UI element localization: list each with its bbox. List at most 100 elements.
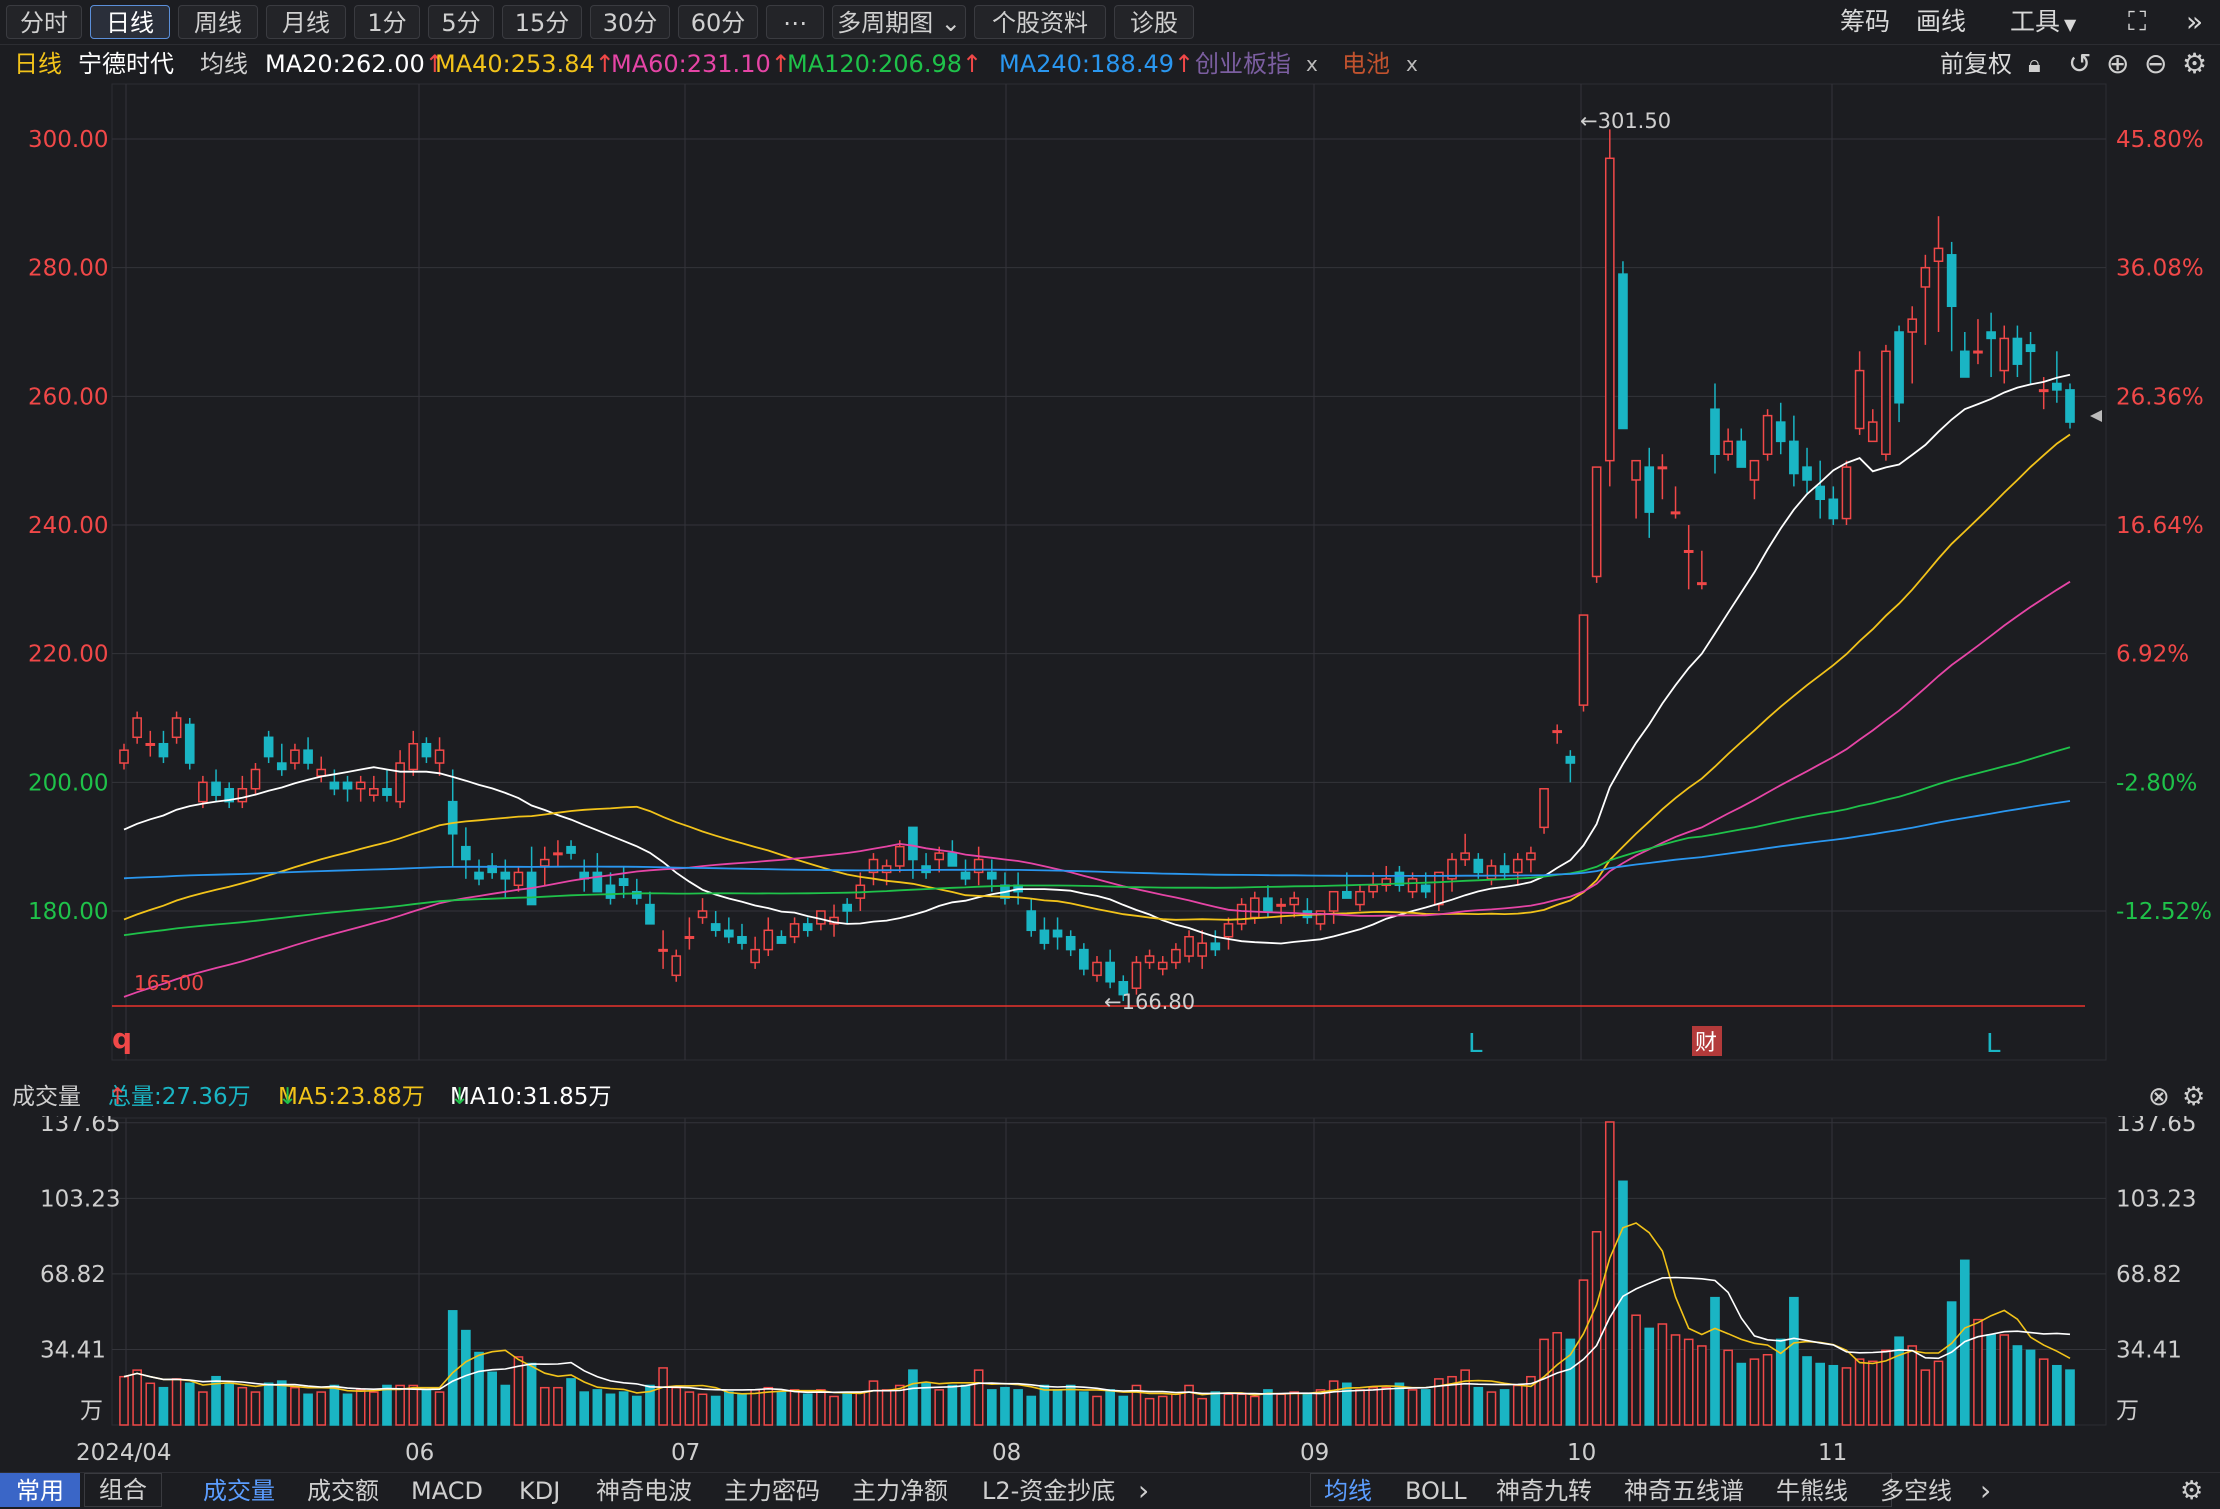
- tab-boll[interactable]: BOLL: [1405, 1473, 1467, 1509]
- volume-tick-label: 68.82: [40, 1262, 106, 1288]
- tab-macd[interactable]: MACD: [411, 1473, 483, 1509]
- candle-body: [1526, 852, 1536, 861]
- candle-body: [132, 717, 142, 739]
- tab-turnover[interactable]: 成交额: [307, 1473, 379, 1509]
- volume-tick-label: 103.23: [40, 1186, 120, 1212]
- volume-bar: [1644, 1327, 1655, 1426]
- tab-magic-nine[interactable]: 神奇九转: [1496, 1473, 1592, 1509]
- ma60-line: [123, 580, 2071, 998]
- candle-body: [1420, 884, 1431, 893]
- candle-body: [1052, 929, 1063, 938]
- candle-body: [1144, 955, 1155, 964]
- candle-body: [1854, 369, 1865, 430]
- tab-main-net[interactable]: 主力净额: [852, 1473, 948, 1509]
- candle-body: [1157, 961, 1168, 970]
- volume-tick-label: 103.23: [2116, 1186, 2196, 1212]
- candle-body: [566, 845, 576, 854]
- volume-bar: [789, 1389, 800, 1426]
- volume-tick-label: 34.41: [2116, 1337, 2182, 1363]
- candle-body: [881, 865, 892, 874]
- volume-bar: [1591, 1231, 1602, 1426]
- candle-body: [158, 742, 169, 758]
- candle-body: [947, 852, 958, 867]
- volume-bar: [1420, 1389, 1431, 1426]
- volume-bar: [1000, 1386, 1010, 1426]
- volume-bar: [487, 1371, 497, 1426]
- volume-bar: [1670, 1334, 1681, 1426]
- candle-body: [1079, 948, 1089, 970]
- volume-bar: [368, 1391, 379, 1426]
- volume-bar: [763, 1386, 774, 1426]
- level-label: 165.00: [134, 971, 204, 995]
- chevron-right-icon[interactable]: ›: [1980, 1473, 1991, 1509]
- volume-bar: [1355, 1389, 1365, 1426]
- candle-body: [1736, 440, 1747, 468]
- volume-bar: [921, 1382, 931, 1426]
- candle-body: [1683, 549, 1694, 553]
- tab-l2-bottom[interactable]: L2-资金抄底: [982, 1473, 1115, 1509]
- volume-bar: [1683, 1338, 1694, 1426]
- candle-body: [1920, 266, 1931, 288]
- candle-body: [1828, 498, 1839, 520]
- volume-bar: [342, 1393, 353, 1426]
- candle-body: [658, 948, 668, 952]
- candle-body: [2038, 389, 2049, 393]
- volume-bar: [171, 1378, 182, 1426]
- volume-bar: [1867, 1360, 1878, 1426]
- volume-bar: [1815, 1362, 1826, 1426]
- candle-body: [1644, 466, 1655, 513]
- volume-bar: [276, 1380, 287, 1426]
- tab-magic-wave[interactable]: 神奇电波: [596, 1473, 692, 1509]
- candle-body: [1933, 247, 1944, 262]
- price-tick-label: 240.00: [28, 513, 108, 539]
- settings-gear-icon[interactable]: ⚙: [2182, 1078, 2205, 1116]
- tab-long-short[interactable]: 多空线: [1880, 1473, 1952, 1509]
- price-tick-label: 260.00: [28, 384, 108, 410]
- ma240-line: [123, 800, 2071, 880]
- tab-main-code[interactable]: 主力密码: [724, 1473, 820, 1509]
- candle-body: [1670, 511, 1681, 515]
- volume-bar: [842, 1393, 853, 1426]
- volume-bar: [829, 1395, 839, 1426]
- candle-body: [1762, 414, 1773, 455]
- candle-body: [303, 749, 313, 764]
- volume-bar: [2012, 1345, 2023, 1426]
- candle-body: [1894, 331, 1904, 404]
- tab-bull-bear[interactable]: 牛熊线: [1776, 1473, 1848, 1509]
- main-pane-frame: [111, 83, 2107, 1061]
- volume-tick-label: 34.41: [40, 1337, 106, 1363]
- volume-unit-label: 万: [80, 1398, 103, 1424]
- candle-body: [1341, 890, 1352, 899]
- pct-tick-label: -2.80%: [2116, 770, 2197, 796]
- chevron-right-icon[interactable]: ›: [1138, 1473, 1149, 1509]
- settings-gear-icon[interactable]: ⚙: [2180, 1473, 2203, 1509]
- volume-bar: [132, 1369, 142, 1426]
- price-pointer-icon: [2090, 410, 2102, 422]
- kline-chart[interactable]: 300.00 45.80% 280.00 36.08% 260.00 26.36% 240.…: [0, 0, 2220, 1508]
- volume-bar: [1749, 1358, 1760, 1426]
- volume-bar: [2038, 1358, 2049, 1426]
- tab-kdj[interactable]: KDJ: [519, 1473, 560, 1509]
- tab-ma[interactable]: 均线: [1324, 1473, 1372, 1509]
- candle-body: [355, 781, 366, 790]
- candle-body: [237, 788, 248, 803]
- date-tick-label: 07: [671, 1440, 700, 1466]
- candle-body: [1604, 157, 1615, 462]
- volume-bar: [1210, 1391, 1221, 1426]
- volume-bar: [868, 1380, 879, 1426]
- volume-bar: [973, 1369, 984, 1426]
- volume-label: 成交量: [12, 1084, 81, 1110]
- tab-magic-five[interactable]: 神奇五线谱: [1624, 1473, 1744, 1509]
- candle-body: [960, 871, 971, 880]
- tab-combination[interactable]: 组合: [84, 1473, 162, 1507]
- candle-body: [750, 948, 760, 964]
- volume-bar: [1039, 1384, 1050, 1426]
- earnings-marker[interactable]: 财: [1695, 1031, 1717, 1056]
- tab-volume[interactable]: 成交量: [203, 1473, 275, 1509]
- close-circle-icon[interactable]: ⊗: [2148, 1078, 2170, 1116]
- indicator-tab-bar: 常用 组合 成交量 成交额 MACD KDJ 神奇电波 主力密码 主力净额 L2…: [0, 1472, 2220, 1509]
- candle-body: [395, 762, 405, 803]
- volume-bar: [737, 1393, 747, 1426]
- candle-body: [171, 717, 182, 739]
- tab-common[interactable]: 常用: [0, 1473, 80, 1507]
